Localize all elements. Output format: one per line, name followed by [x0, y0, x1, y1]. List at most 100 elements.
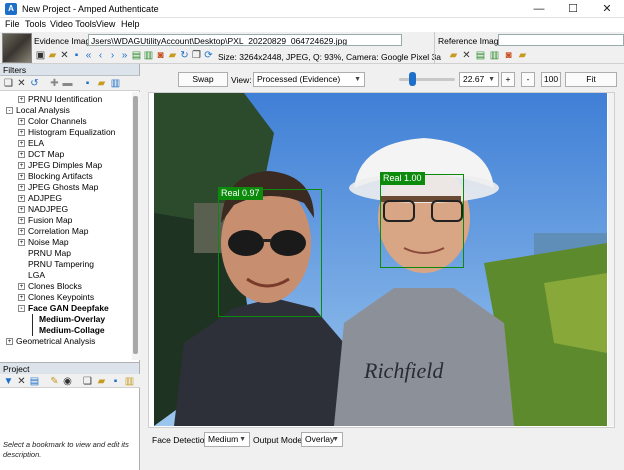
- filter-item[interactable]: + JPEG Ghosts Map: [18, 182, 98, 193]
- collapse-icon[interactable]: -: [18, 305, 25, 313]
- filter-item[interactable]: + Noise Map: [18, 237, 69, 248]
- filter-item[interactable]: + Blocking Artifacts: [18, 171, 93, 182]
- project-save-icon[interactable]: ▪: [110, 376, 121, 387]
- close-button[interactable]: ✕: [590, 0, 624, 18]
- expand-icon[interactable]: +: [6, 338, 13, 346]
- filter-item[interactable]: + Fusion Map: [18, 215, 72, 226]
- evidence-photo[interactable]: Richfield Real 0.97 Real 1.00: [154, 93, 607, 426]
- reference-open-icon[interactable]: ▰: [448, 50, 459, 61]
- expand-icon[interactable]: +: [18, 294, 25, 302]
- expand-icon[interactable]: +: [18, 228, 25, 236]
- menu-help[interactable]: Help: [121, 19, 140, 29]
- expand-icon[interactable]: +: [18, 96, 25, 104]
- filter-item[interactable]: + Histogram Equalization: [18, 127, 115, 138]
- filter-item[interactable]: + PRNU Identification: [18, 94, 102, 105]
- export-icon[interactable]: ▥: [110, 78, 121, 89]
- expand-icon[interactable]: +: [18, 162, 25, 170]
- evidence-thumbnail[interactable]: [2, 33, 32, 63]
- open-filter-icon[interactable]: ▰: [96, 78, 107, 89]
- filters-tree[interactable]: + PRNU Identification - Local Analysis + Colo…: [0, 92, 132, 360]
- zoom-select[interactable]: 22.67 ▼: [459, 72, 499, 87]
- evidence-path-field[interactable]: Jsers\WDAGUtilityAccount\Desktop\PXL_202…: [88, 34, 402, 46]
- expand-icon[interactable]: +: [18, 173, 25, 181]
- expand-icon[interactable]: +: [18, 283, 25, 291]
- expand-icon[interactable]: +: [18, 239, 25, 247]
- reference-load-icon[interactable]: ▤: [475, 50, 486, 61]
- undo-icon[interactable]: ↺: [29, 78, 40, 89]
- load-icon[interactable]: ▤: [131, 50, 142, 61]
- back-icon[interactable]: «: [83, 50, 94, 61]
- zoom-100-button[interactable]: 100: [541, 72, 561, 87]
- view-select[interactable]: Processed (Evidence) ▼: [253, 72, 365, 87]
- reference-camera-icon[interactable]: ◙: [503, 50, 514, 61]
- filter-item[interactable]: + Clones Blocks: [18, 281, 82, 292]
- refresh-icon[interactable]: ⟳: [203, 50, 214, 61]
- filter-item[interactable]: - Face GAN Deepfake: [18, 303, 109, 314]
- filter-item[interactable]: + Color Channels: [18, 116, 87, 127]
- image-scrollbar[interactable]: [608, 93, 614, 426]
- menu-tools[interactable]: Tools: [25, 19, 46, 29]
- fit-button[interactable]: Fit: [565, 72, 617, 87]
- expand-icon[interactable]: +: [18, 140, 25, 148]
- folder-icon[interactable]: ▰: [167, 50, 178, 61]
- image-icon[interactable]: ▣: [35, 50, 46, 61]
- new-icon[interactable]: ❑: [3, 78, 14, 89]
- reference-close-icon[interactable]: ✕: [461, 50, 472, 61]
- face-detection-box-1[interactable]: [218, 189, 322, 317]
- face-detection-box-2[interactable]: [380, 174, 464, 268]
- next-icon[interactable]: ›: [107, 50, 118, 61]
- filter-item[interactable]: + DCT Map: [18, 149, 64, 160]
- expand-icon[interactable]: +: [18, 129, 25, 137]
- filter-item[interactable]: Medium-Overlay: [32, 314, 105, 325]
- expand-icon[interactable]: +: [18, 184, 25, 192]
- filter-item[interactable]: + ADJPEG: [18, 193, 62, 204]
- menu-video-tools[interactable]: Video Tools: [50, 19, 96, 29]
- forward-icon[interactable]: »: [119, 50, 130, 61]
- filter-item[interactable]: LGA: [18, 270, 45, 281]
- maximize-button[interactable]: ☐: [556, 0, 590, 18]
- zoom-out-button[interactable]: -: [521, 72, 535, 87]
- menu-file[interactable]: File: [5, 19, 20, 29]
- face-detection-select[interactable]: Medium ▼: [204, 432, 250, 447]
- filter-icon[interactable]: ▼: [3, 376, 14, 387]
- reference-path-field[interactable]: [498, 34, 624, 46]
- delete-icon[interactable]: ✕: [16, 78, 27, 89]
- filter-item[interactable]: + ELA: [18, 138, 44, 149]
- bookmark-icon[interactable]: ▤: [29, 376, 40, 387]
- output-mode-select[interactable]: Overlay ▼: [301, 432, 343, 447]
- camera-icon[interactable]: ◙: [155, 50, 166, 61]
- edit-icon[interactable]: ✎: [49, 376, 60, 387]
- eye-icon[interactable]: ◉: [62, 376, 73, 387]
- project-open-icon[interactable]: ▰: [96, 376, 107, 387]
- filter-item[interactable]: PRNU Map: [18, 248, 71, 259]
- zoom-in-button[interactable]: +: [501, 72, 515, 87]
- add-icon[interactable]: ✚: [49, 78, 60, 89]
- filter-item[interactable]: + Geometrical Analysis: [6, 336, 95, 347]
- zoom-slider-thumb[interactable]: [409, 72, 417, 86]
- reference-open2-icon[interactable]: ▥: [489, 50, 500, 61]
- report-icon[interactable]: ▥: [124, 376, 135, 387]
- prev-icon[interactable]: ‹: [95, 50, 106, 61]
- filter-item[interactable]: PRNU Tampering: [18, 259, 94, 270]
- new-doc-icon[interactable]: ❑: [82, 376, 93, 387]
- filter-item[interactable]: + Correlation Map: [18, 226, 88, 237]
- expand-icon[interactable]: +: [18, 217, 25, 225]
- collapse-icon[interactable]: -: [6, 107, 13, 115]
- remove-icon[interactable]: ▬: [62, 78, 73, 89]
- expand-icon[interactable]: +: [18, 151, 25, 159]
- filter-item[interactable]: - Local Analysis: [6, 105, 70, 116]
- minimize-button[interactable]: —: [522, 0, 556, 18]
- open-icon[interactable]: ▥: [143, 50, 154, 61]
- expand-icon[interactable]: +: [18, 118, 25, 126]
- sync-icon[interactable]: ↻: [179, 50, 190, 61]
- reference-folder-icon[interactable]: ▰: [517, 50, 528, 61]
- project-delete-icon[interactable]: ✕: [16, 376, 27, 387]
- filters-scroll-thumb[interactable]: [133, 96, 138, 354]
- copy-icon[interactable]: ❐: [191, 50, 202, 61]
- swap-button[interactable]: Swap: [178, 72, 228, 87]
- close-icon[interactable]: ✕: [59, 50, 70, 61]
- filter-item[interactable]: + Clones Keypoints: [18, 292, 94, 303]
- expand-icon[interactable]: +: [18, 206, 25, 214]
- filter-item[interactable]: + NADJPEG: [18, 204, 68, 215]
- save-filter-icon[interactable]: ▪: [82, 78, 93, 89]
